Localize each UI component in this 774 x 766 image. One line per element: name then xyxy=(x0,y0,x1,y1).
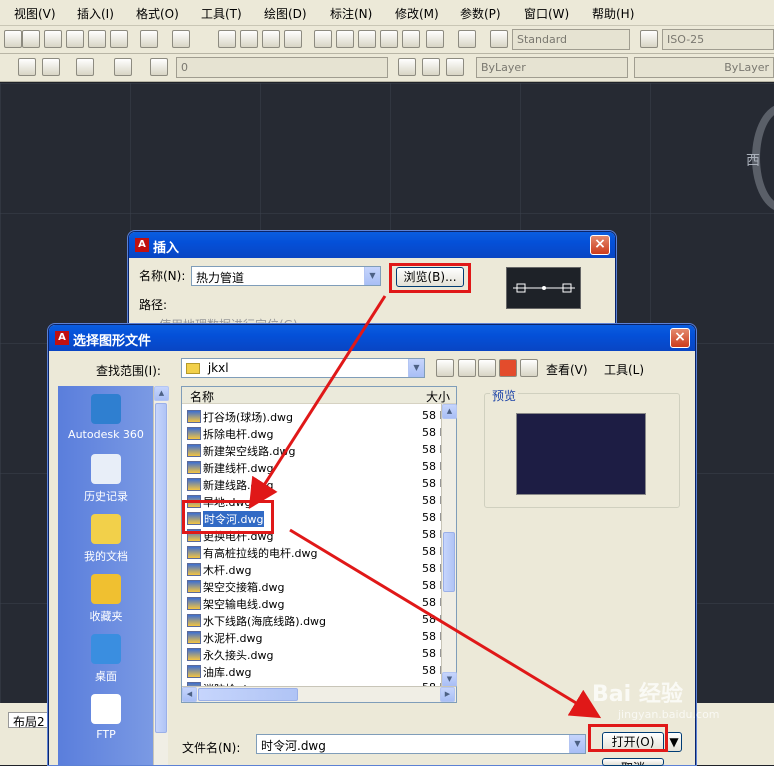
arrow-browse-to-file xyxy=(248,295,387,510)
arrow-file-to-open xyxy=(289,528,602,719)
annotation-arrows xyxy=(248,295,602,719)
baidu-watermark-url: jingyan.baidu.com xyxy=(618,708,720,721)
baidu-watermark: Bai 经验 xyxy=(592,682,683,707)
